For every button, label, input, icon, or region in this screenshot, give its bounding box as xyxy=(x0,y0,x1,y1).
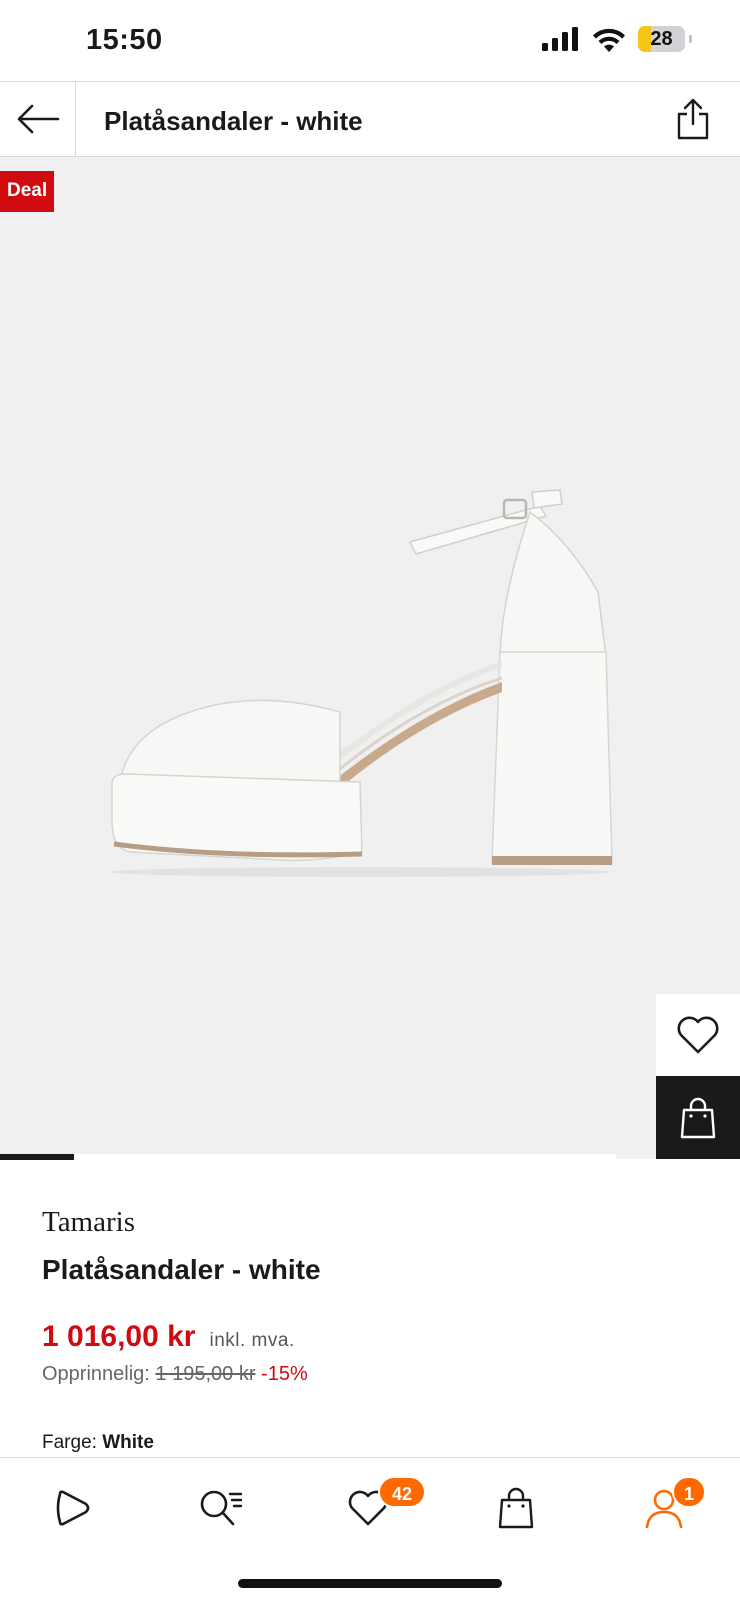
color-label: Farge: xyxy=(42,1432,97,1453)
home-indicator xyxy=(238,1579,502,1588)
discount-percent: -15% xyxy=(261,1363,308,1385)
battery-level: 28 xyxy=(650,28,673,50)
original-price-label: Opprinnelig: xyxy=(42,1363,150,1385)
product-title: Platåsandaler - white xyxy=(42,1254,321,1285)
shopping-bag-icon xyxy=(680,1097,716,1138)
product-image-gallery[interactable]: Deal xyxy=(0,157,740,1159)
shopping-bag-icon xyxy=(498,1487,534,1529)
battery-icon: 28 xyxy=(638,26,692,52)
deal-badge: Deal xyxy=(0,171,55,212)
nav-home[interactable] xyxy=(42,1478,102,1538)
nav-profile[interactable]: 1 xyxy=(634,1476,706,1538)
wishlist-count-badge: 42 xyxy=(378,1476,426,1508)
profile-notification-badge: 1 xyxy=(672,1476,706,1508)
original-price-row: Opprinnelig: 1 195,00 kr -15% xyxy=(42,1363,308,1386)
vat-note: inkl. mva. xyxy=(209,1330,295,1351)
status-bar: 15:50 28 xyxy=(0,0,740,82)
add-to-bag-button[interactable] xyxy=(656,1076,740,1159)
status-time: 15:50 xyxy=(86,24,163,56)
product-brand[interactable]: Tamaris xyxy=(42,1206,135,1239)
nav-wishlist[interactable]: 42 xyxy=(338,1476,426,1538)
price-row: 1 016,00 kr inkl. mva. xyxy=(42,1320,295,1354)
status-icons: 28 xyxy=(542,26,692,52)
back-button[interactable] xyxy=(0,82,76,156)
color-row: Farge: White xyxy=(42,1432,154,1454)
current-price: 1 016,00 kr xyxy=(42,1320,196,1353)
app-header: Platåsandaler - white xyxy=(0,81,740,157)
search-list-icon xyxy=(200,1490,243,1526)
share-button[interactable] xyxy=(670,96,716,142)
carousel-progress-fill xyxy=(0,1154,74,1160)
arrow-left-icon xyxy=(17,104,59,134)
page-title: Platåsandaler - white xyxy=(104,106,363,136)
nav-search[interactable] xyxy=(190,1478,250,1538)
cellular-signal-icon xyxy=(542,27,578,51)
image-carousel-progress xyxy=(0,1154,616,1160)
wifi-icon xyxy=(593,28,625,52)
add-to-wishlist-button[interactable] xyxy=(656,994,740,1076)
color-value: White xyxy=(102,1432,154,1453)
original-price: 1 195,00 kr xyxy=(155,1363,256,1385)
play-home-icon xyxy=(56,1490,90,1526)
product-image xyxy=(110,489,613,877)
heart-icon xyxy=(677,1016,719,1054)
share-icon xyxy=(677,98,709,140)
nav-bag[interactable] xyxy=(486,1478,546,1538)
